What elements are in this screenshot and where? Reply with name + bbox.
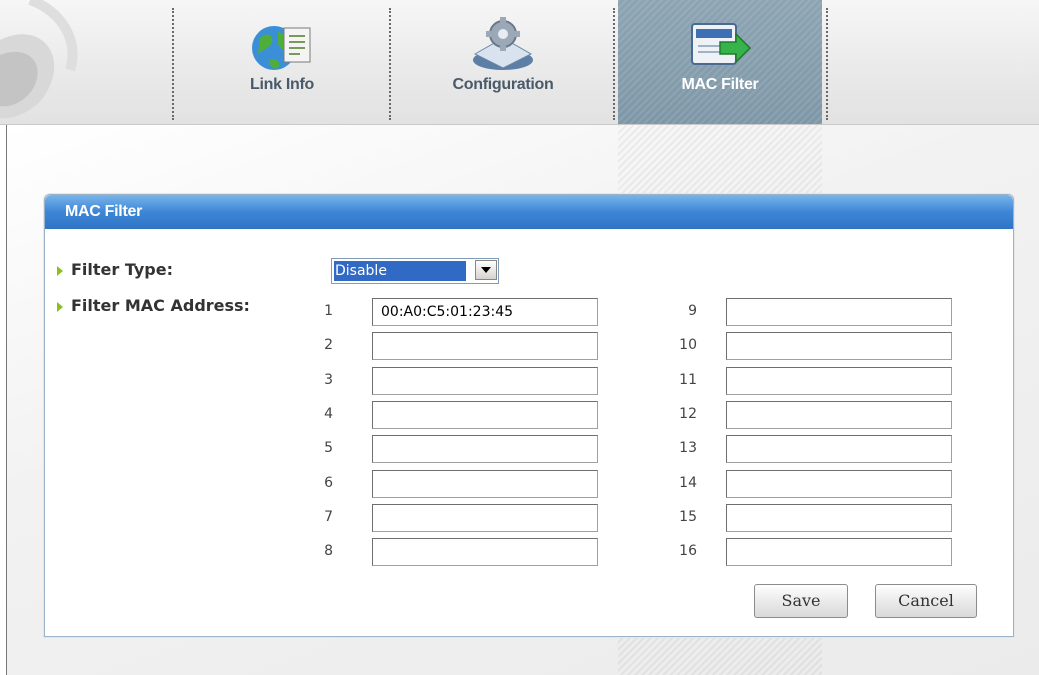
nav-separator <box>613 8 615 120</box>
mac-index-label: 5 <box>324 440 333 456</box>
mac-filter-panel: MAC Filter Filter Type: Disable Filter M… <box>44 194 1014 637</box>
mac-index-label: 15 <box>679 509 697 525</box>
mac-index-label: 7 <box>324 509 333 525</box>
mac-index-label: 1 <box>324 303 333 319</box>
mac-address-field-9[interactable] <box>726 298 952 326</box>
dropdown-arrow-button[interactable] <box>475 260 497 280</box>
mac-address-field-1[interactable] <box>372 298 598 326</box>
mac-index-label: 14 <box>679 475 697 491</box>
filter-type-select[interactable]: Disable <box>331 258 499 284</box>
mac-address-field-4[interactable] <box>372 401 598 429</box>
tab-link-info[interactable]: Link Info <box>176 0 388 124</box>
mac-index-label: 4 <box>324 406 333 422</box>
mac-index-label: 9 <box>688 303 697 319</box>
decorative-swirl <box>0 0 78 119</box>
mac-address-field-8[interactable] <box>372 538 598 566</box>
mac-address-field-7[interactable] <box>372 504 598 532</box>
mac-index-label: 12 <box>679 406 697 422</box>
mac-address-field-2[interactable] <box>372 332 598 360</box>
bullet-arrow-icon <box>57 302 63 312</box>
bullet-arrow-icon <box>57 266 63 276</box>
tab-configuration[interactable]: Configuration <box>391 0 615 124</box>
mac-address-field-12[interactable] <box>726 401 952 429</box>
mac-index-label: 13 <box>679 440 697 456</box>
filter-mac-address-label: Filter MAC Address: <box>71 296 250 315</box>
nav-separator <box>826 8 828 120</box>
tab-label-link-info: Link Info <box>250 76 314 93</box>
filter-type-label: Filter Type: <box>71 260 174 279</box>
cancel-button[interactable]: Cancel <box>875 584 977 618</box>
mac-index-label: 11 <box>679 372 697 388</box>
top-navigation-bar: Link Info Configuration MAC Filter <box>0 0 1039 125</box>
panel-header: MAC Filter <box>45 195 1013 229</box>
chevron-down-icon <box>481 267 491 273</box>
mac-index-label: 16 <box>679 543 697 559</box>
tab-label-configuration: Configuration <box>452 76 554 93</box>
gear-device-icon <box>473 17 533 70</box>
globe-document-icon <box>252 26 311 70</box>
tab-label-mac-filter: MAC Filter <box>681 76 759 93</box>
mac-address-field-5[interactable] <box>372 435 598 463</box>
tab-mac-filter[interactable]: MAC Filter <box>618 0 822 124</box>
filter-type-selected-value: Disable <box>334 261 466 281</box>
mac-index-label: 10 <box>679 337 697 353</box>
mac-address-field-11[interactable] <box>726 367 952 395</box>
mac-index-label: 3 <box>324 372 333 388</box>
mac-address-field-16[interactable] <box>726 538 952 566</box>
mac-address-field-10[interactable] <box>726 332 952 360</box>
panel-title: MAC Filter <box>65 203 143 220</box>
mac-address-field-14[interactable] <box>726 470 952 498</box>
nav-separator <box>172 8 174 120</box>
mac-index-label: 8 <box>324 543 333 559</box>
save-button[interactable]: Save <box>754 584 848 618</box>
mac-address-field-6[interactable] <box>372 470 598 498</box>
mac-address-field-13[interactable] <box>726 435 952 463</box>
mac-index-label: 2 <box>324 337 333 353</box>
mac-index-label: 6 <box>324 475 333 491</box>
card-arrow-icon <box>691 23 752 65</box>
mac-address-field-3[interactable] <box>372 367 598 395</box>
mac-address-field-15[interactable] <box>726 504 952 532</box>
